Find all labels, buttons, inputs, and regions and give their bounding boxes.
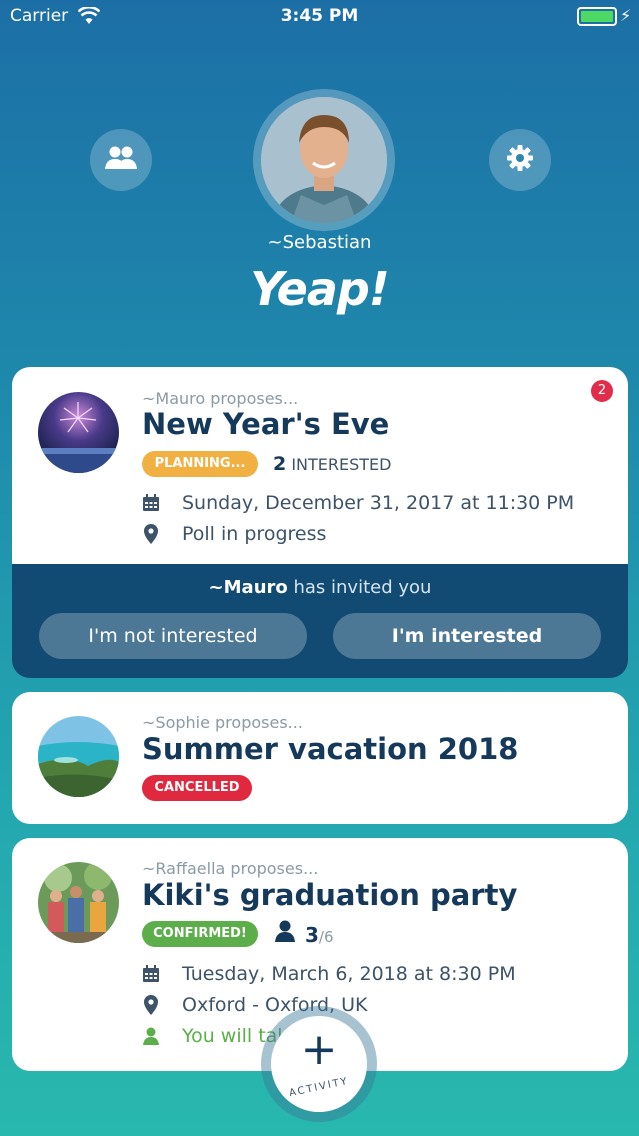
- activity-thumbnail: [38, 716, 119, 797]
- activity-title: Summer vacation 2018: [142, 732, 519, 766]
- calendar-icon: [142, 494, 160, 512]
- avatar: [261, 97, 387, 223]
- person-icon: [275, 920, 295, 946]
- invite-message: ~Mauro has invited you: [12, 577, 628, 598]
- location-text: Poll in progress: [182, 523, 327, 545]
- friends-button[interactable]: [90, 129, 152, 191]
- attendees-capacity: /6: [318, 928, 334, 946]
- proposer-label: ~Raffaella proposes...: [142, 859, 319, 878]
- card-content: 2 ~Mauro proposes... New Year's Eve PLAN…: [12, 367, 628, 564]
- activity-card-new-years-eve[interactable]: 2 ~Mauro proposes... New Year's Eve PLAN…: [12, 367, 628, 678]
- date-row: Sunday, December 31, 2017 at 11:30 PM: [142, 492, 574, 514]
- interested-number: 2: [273, 453, 287, 475]
- settings-button[interactable]: [489, 129, 551, 191]
- add-activity-fab[interactable]: + ACTIVITY: [271, 1016, 367, 1112]
- gear-icon: [506, 144, 534, 176]
- fab-label: ACTIVITY: [288, 1075, 350, 1100]
- add-activity-button[interactable]: + ACTIVITY: [261, 1006, 377, 1122]
- activity-thumbnail: [38, 392, 119, 473]
- person-icon: [142, 1027, 160, 1045]
- battery-icon: [577, 7, 617, 26]
- status-bar: Carrier 3:45 PM ⚡: [0, 0, 639, 34]
- date-text: Tuesday, March 6, 2018 at 8:30 PM: [182, 963, 516, 985]
- location-pin-icon: [142, 995, 160, 1015]
- interested-button[interactable]: I'm interested: [333, 613, 601, 659]
- app-logo: Yeap!: [250, 262, 390, 316]
- activity-thumbnail: [38, 862, 119, 943]
- activity-title: Kiki's graduation party: [142, 878, 518, 912]
- calendar-icon: [142, 965, 160, 983]
- clock: 3:45 PM: [280, 6, 359, 26]
- plus-icon: +: [300, 1024, 338, 1075]
- inviter-name: ~Mauro: [208, 577, 288, 598]
- date-text: Sunday, December 31, 2017 at 11:30 PM: [182, 492, 575, 514]
- status-badge: CONFIRMED!: [142, 921, 258, 947]
- activity-title: New Year's Eve: [142, 407, 390, 441]
- profile-avatar[interactable]: [253, 89, 395, 231]
- friends-icon: [104, 145, 138, 175]
- proposer-label: ~Sophie proposes...: [142, 713, 303, 732]
- date-row: Tuesday, March 6, 2018 at 8:30 PM: [142, 963, 516, 985]
- not-interested-button[interactable]: I'm not interested: [39, 613, 307, 659]
- charging-bolt-icon: ⚡: [620, 6, 632, 25]
- attendees-number: 3: [305, 923, 319, 947]
- invite-text: has invited you: [293, 577, 432, 598]
- username-label: ~Sebastian: [267, 232, 372, 253]
- attendees-count: 3 /6: [275, 920, 334, 947]
- notification-badge: 2: [591, 380, 613, 402]
- location-pin-icon: [142, 524, 160, 544]
- interested-count: 2 INTERESTED: [273, 453, 391, 475]
- proposer-label: ~Mauro proposes...: [142, 389, 299, 408]
- status-badge: PLANNING...: [142, 451, 258, 477]
- location-row: Poll in progress: [142, 523, 326, 545]
- status-badge: CANCELLED: [142, 775, 252, 801]
- activity-card-summer-vacation[interactable]: ~Sophie proposes... Summer vacation 2018…: [12, 692, 628, 824]
- interested-label: INTERESTED: [291, 455, 392, 474]
